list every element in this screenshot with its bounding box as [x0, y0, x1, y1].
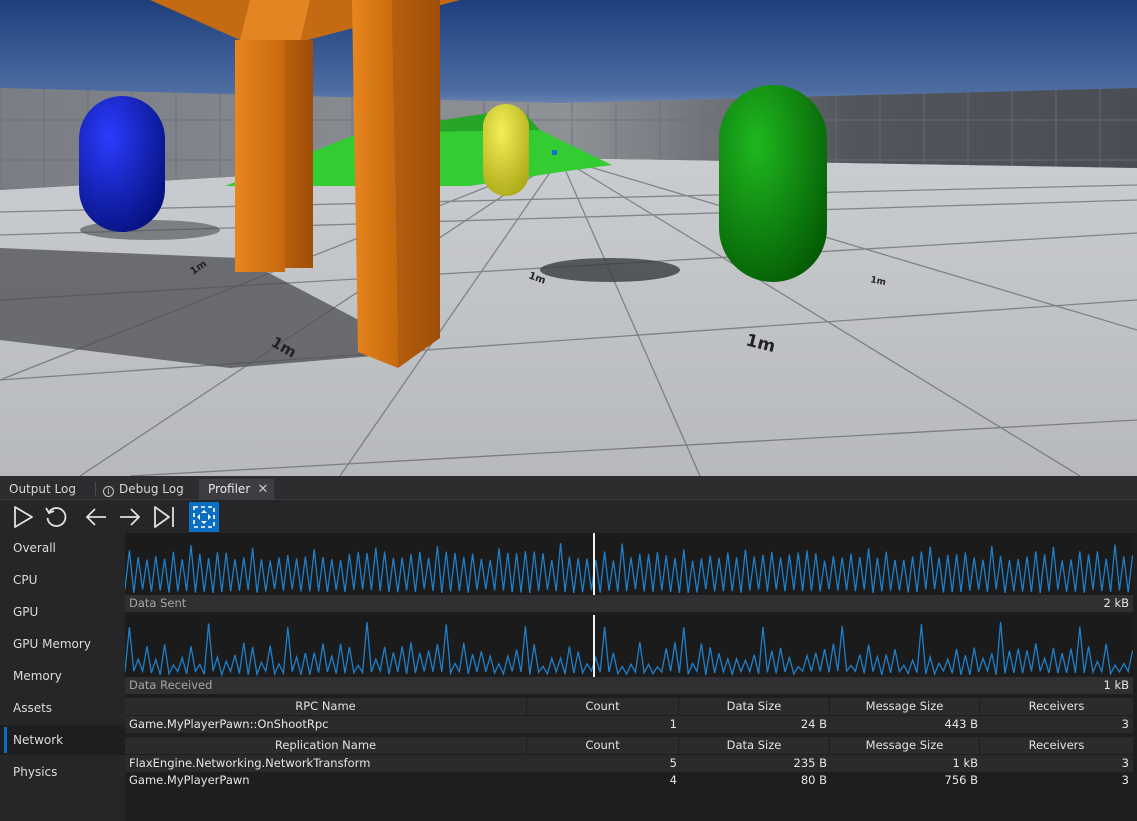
- next-frame-button[interactable]: [115, 502, 145, 532]
- sidebar-item-label: CPU: [13, 573, 38, 587]
- data-sent-footer: Data Sent 2 kB: [125, 595, 1133, 612]
- info-icon: i: [103, 486, 114, 497]
- graph-max-value: 1 kB: [1103, 678, 1129, 692]
- sidebar-item-label: Memory: [13, 669, 62, 683]
- tab-label: Output Log: [9, 482, 76, 496]
- message-size-cell: 443 B: [944, 717, 979, 731]
- sidebar-item-overall[interactable]: Overall: [0, 533, 125, 563]
- replication-table: Replication Name Count Data Size Message…: [125, 737, 1133, 792]
- graph-line: [125, 542, 1133, 594]
- column-header[interactable]: Receivers: [980, 698, 1133, 715]
- play-icon: [14, 506, 33, 528]
- previous-frame-button[interactable]: [81, 502, 111, 532]
- network-profiler-content: Data Sent 2 kB Data Received 1 kB RPC Na…: [125, 533, 1137, 821]
- close-icon[interactable]: ✕: [256, 479, 270, 500]
- rpc-name-cell: Game.MyPlayerPawn::OnShootRpc: [129, 717, 329, 731]
- rpc-table: RPC Name Count Data Size Message Size Re…: [125, 698, 1133, 733]
- sidebar-item-label: Physics: [13, 765, 58, 779]
- play-button[interactable]: [8, 502, 38, 532]
- tab-output-log[interactable]: Output Log: [0, 479, 94, 500]
- tab-label: Debug Log: [119, 482, 184, 496]
- receivers-cell: 3: [1121, 756, 1129, 770]
- column-header[interactable]: Message Size: [830, 737, 980, 754]
- sidebar-item-label: Assets: [13, 701, 53, 715]
- sidebar-item-label: GPU Memory: [13, 637, 91, 651]
- sidebar-item-physics[interactable]: Physics: [0, 757, 125, 787]
- graph-max-value: 2 kB: [1103, 596, 1129, 610]
- profiler-sidebar: Overall CPU GPU GPU Memory Memory Assets…: [0, 533, 125, 821]
- column-header[interactable]: RPC Name: [125, 698, 527, 715]
- receivers-cell: 3: [1121, 773, 1129, 787]
- data-size-cell: 80 B: [800, 773, 827, 787]
- scene-render: 1m 1m 1m 1m 1m: [0, 0, 1137, 476]
- replication-name-cell: FlaxEngine.Networking.NetworkTransform: [129, 756, 371, 770]
- replication-name-cell: Game.MyPlayerPawn: [129, 773, 250, 787]
- data-size-cell: 235 B: [793, 756, 828, 770]
- data-sent-plot: [125, 533, 1133, 595]
- graph-title: Data Sent: [129, 596, 187, 610]
- sidebar-item-memory[interactable]: Memory: [0, 661, 125, 691]
- tab-debug-log[interactable]: i Debug Log: [94, 479, 198, 500]
- count-cell: 5: [669, 756, 677, 770]
- column-header[interactable]: Data Size: [679, 698, 830, 715]
- column-header[interactable]: Count: [527, 737, 679, 754]
- column-header[interactable]: Data Size: [679, 737, 830, 754]
- arrow-right-icon: [120, 508, 141, 526]
- count-cell: 1: [669, 717, 677, 731]
- data-received-footer: Data Received 1 kB: [125, 677, 1133, 694]
- data-received-plot: [125, 615, 1133, 677]
- sidebar-item-assets[interactable]: Assets: [0, 693, 125, 723]
- sidebar-item-label: GPU: [13, 605, 39, 619]
- message-size-cell: 1 kB: [952, 756, 978, 770]
- scene-viewport[interactable]: 1m 1m 1m 1m 1m: [0, 0, 1137, 476]
- live-recording-button[interactable]: [189, 502, 219, 532]
- table-row[interactable]: FlaxEngine.Networking.NetworkTransform 5…: [125, 755, 1133, 772]
- skip-to-last-icon: [154, 506, 174, 528]
- last-frame-button[interactable]: [149, 502, 179, 532]
- profiler-toolbar: [0, 501, 1137, 533]
- data-sent-graph[interactable]: [125, 533, 1133, 595]
- column-header[interactable]: Receivers: [980, 737, 1133, 754]
- receivers-cell: 3: [1121, 717, 1129, 731]
- tab-profiler[interactable]: Profiler ✕: [199, 479, 274, 500]
- arrow-left-icon: [85, 508, 106, 526]
- table-row[interactable]: Game.MyPlayerPawn 4 80 B 756 B 3: [125, 772, 1133, 789]
- reset-button[interactable]: [41, 502, 71, 532]
- graph-title: Data Received: [129, 678, 213, 692]
- column-header[interactable]: Message Size: [830, 698, 980, 715]
- sidebar-item-gpu-memory[interactable]: GPU Memory: [0, 629, 125, 659]
- sidebar-item-gpu[interactable]: GPU: [0, 597, 125, 627]
- reset-icon: [45, 507, 67, 527]
- tab-label: Profiler: [208, 482, 251, 496]
- profiler-panel: Output Log i Debug Log Profiler ✕ Overal…: [0, 476, 1137, 821]
- sidebar-item-network[interactable]: Network: [0, 725, 125, 755]
- sidebar-item-label: Overall: [13, 541, 56, 555]
- data-received-graph[interactable]: [125, 615, 1133, 677]
- count-cell: 4: [669, 773, 677, 787]
- table-header: Replication Name Count Data Size Message…: [125, 737, 1133, 754]
- sidebar-item-label: Network: [13, 733, 64, 747]
- live-recording-icon: [193, 506, 215, 528]
- column-header[interactable]: Replication Name: [125, 737, 527, 754]
- message-size-cell: 756 B: [944, 773, 979, 787]
- graph-line: [125, 621, 1133, 677]
- panel-tab-bar: Output Log i Debug Log Profiler ✕: [0, 476, 1137, 500]
- table-row[interactable]: Game.MyPlayerPawn::OnShootRpc 1 24 B 443…: [125, 716, 1133, 733]
- sidebar-item-cpu[interactable]: CPU: [0, 565, 125, 595]
- column-header[interactable]: Count: [527, 698, 679, 715]
- data-size-cell: 24 B: [800, 717, 827, 731]
- table-header: RPC Name Count Data Size Message Size Re…: [125, 698, 1133, 715]
